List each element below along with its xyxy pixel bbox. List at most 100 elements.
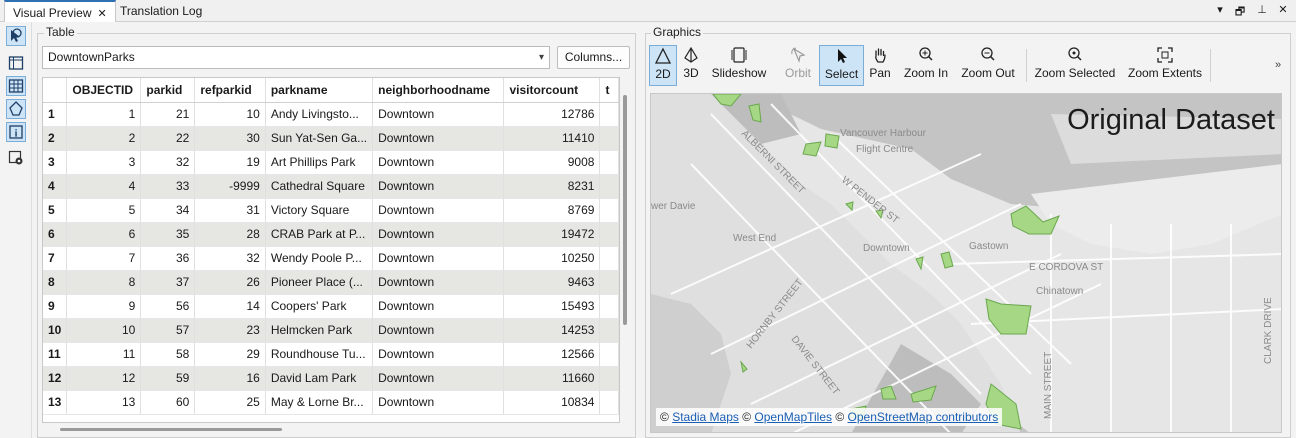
table-row[interactable]: 7 7 36 32 Wendy Poole P... Downtown 10250 (43, 246, 619, 271)
table-cell[interactable]: 10250 (503, 246, 601, 271)
row-header[interactable]: 10 (43, 318, 68, 343)
table-cell[interactable]: 7 (66, 246, 142, 271)
dataset-select[interactable]: DowntownParks ▾ (42, 46, 550, 69)
table-cell[interactable]: 13 (66, 390, 142, 415)
table-cell[interactable]: 35 (140, 222, 196, 247)
table-cell[interactable]: CRAB Park at P... (265, 222, 374, 247)
table-cell[interactable]: 22 (140, 126, 196, 151)
data-table[interactable]: OBJECTID parkid refparkid parkname neighborh… (42, 77, 620, 423)
2d-button[interactable]: 2D (649, 45, 677, 86)
table-cell[interactable]: 3 (66, 150, 142, 175)
table-cell[interactable]: 58 (140, 342, 196, 367)
column-header[interactable]: parkid (140, 78, 196, 103)
table-cell[interactable]: 10 (66, 318, 142, 343)
table-cell[interactable]: 34 (140, 198, 196, 223)
column-header[interactable]: neighborhoodname (372, 78, 505, 103)
layout-tool-button[interactable] (6, 53, 26, 73)
table-cell[interactable]: 2 (66, 126, 142, 151)
table-cell[interactable]: 9 (66, 294, 142, 319)
tab-visual-preview[interactable]: Visual Preview ✕ (4, 0, 116, 22)
select-tool-button[interactable] (6, 26, 26, 46)
column-header[interactable]: t (599, 78, 619, 103)
table-cell[interactable]: 11660 (503, 366, 601, 391)
table-cell[interactable]: Helmcken Park (265, 318, 374, 343)
table-cell[interactable]: 16 (194, 366, 266, 391)
table-row[interactable]: 2 2 22 30 Sun Yat-Sen Ga... Downtown 11410 (43, 126, 619, 151)
zoom-out-button[interactable]: Zoom Out (958, 45, 1018, 86)
pan-button[interactable]: Pan (867, 45, 893, 86)
table-cell[interactable]: 5 (66, 198, 142, 223)
table-cell[interactable]: 32 (194, 246, 266, 271)
table-cell[interactable] (599, 270, 619, 295)
table-cell[interactable]: Art Phillips Park (265, 150, 374, 175)
table-row[interactable]: 5 5 34 31 Victory Square Downtown 8769 (43, 198, 619, 223)
table-row[interactable]: 6 6 35 28 CRAB Park at P... Downtown 19472 (43, 222, 619, 247)
table-cell[interactable]: 60 (140, 390, 196, 415)
row-header[interactable]: 1 (43, 102, 68, 127)
row-header[interactable]: 2 (43, 126, 68, 151)
table-cell[interactable]: 10 (194, 102, 266, 127)
table-cell[interactable]: 12566 (503, 342, 601, 367)
zoom-extents-button[interactable]: Zoom Extents (1125, 45, 1205, 86)
table-cell[interactable] (599, 342, 619, 367)
table-cell[interactable]: 23 (194, 318, 266, 343)
table-cell[interactable]: Downtown (372, 270, 505, 295)
row-header[interactable]: 7 (43, 246, 68, 271)
table-cell[interactable]: 25 (194, 390, 266, 415)
column-header[interactable]: refparkid (194, 78, 266, 103)
table-cell[interactable]: 28 (194, 222, 266, 247)
row-header[interactable]: 12 (43, 366, 68, 391)
table-cell[interactable]: Cathedral Square (265, 174, 374, 199)
table-cell[interactable] (599, 150, 619, 175)
stadia-maps-link[interactable]: Stadia Maps (672, 410, 739, 424)
table-cell[interactable]: 21 (140, 102, 196, 127)
info-tool-button[interactable]: i (6, 122, 26, 142)
table-cell[interactable]: 8769 (503, 198, 601, 223)
orbit-button[interactable]: Orbit (779, 45, 817, 86)
table-cell[interactable] (599, 222, 619, 247)
tab-translation-log[interactable]: Translation Log (112, 0, 210, 22)
row-header[interactable]: 3 (43, 150, 68, 175)
table-cell[interactable]: 4 (66, 174, 142, 199)
openstreetmap-link[interactable]: OpenStreetMap contributors (848, 410, 999, 424)
table-cell[interactable]: 26 (194, 270, 266, 295)
table-cell[interactable]: Wendy Poole P... (265, 246, 374, 271)
table-cell[interactable]: Victory Square (265, 198, 374, 223)
dropdown-menu-icon[interactable]: ▾ (1212, 3, 1228, 16)
table-cell[interactable]: May & Lorne Br... (265, 390, 374, 415)
select-button[interactable]: Select (819, 45, 864, 86)
table-cell[interactable]: 6 (66, 222, 142, 247)
slideshow-button[interactable]: Slideshow (709, 45, 769, 86)
table-cell[interactable]: 33 (140, 174, 196, 199)
column-header[interactable]: parkname (265, 78, 374, 103)
table-row[interactable]: 9 9 56 14 Coopers' Park Downtown 15493 (43, 294, 619, 319)
table-cell[interactable]: 11410 (503, 126, 601, 151)
table-cell[interactable]: 8231 (503, 174, 601, 199)
table-cell[interactable]: 11 (66, 342, 142, 367)
table-cell[interactable]: Downtown (372, 222, 505, 247)
table-cell[interactable]: Downtown (372, 318, 505, 343)
toolbar-overflow-icon[interactable]: » (1275, 59, 1281, 71)
table-cell[interactable]: 37 (140, 270, 196, 295)
table-cell[interactable]: 36 (140, 246, 196, 271)
table-cell[interactable]: Downtown (372, 150, 505, 175)
table-cell[interactable]: 19 (194, 150, 266, 175)
table-cell[interactable] (599, 390, 619, 415)
table-cell[interactable] (599, 366, 619, 391)
row-header[interactable]: 6 (43, 222, 68, 247)
close-icon[interactable]: ✕ (97, 8, 106, 20)
table-row[interactable]: 11 11 58 29 Roundhouse Tu... Downtown 12566 (43, 342, 619, 367)
table-cell[interactable]: 29 (194, 342, 266, 367)
table-cell[interactable] (599, 126, 619, 151)
pin-icon[interactable]: ⊥ (1254, 3, 1270, 16)
table-cell[interactable]: David Lam Park (265, 366, 374, 391)
table-cell[interactable]: 14 (194, 294, 266, 319)
restore-window-icon[interactable]: 🗗 (1232, 3, 1248, 22)
zoom-selected-button[interactable]: Zoom Selected (1033, 45, 1117, 86)
openmaptiles-link[interactable]: OpenMapTiles (754, 410, 832, 424)
table-cell[interactable] (599, 102, 619, 127)
table-cell[interactable]: 32 (140, 150, 196, 175)
table-cell[interactable]: Downtown (372, 366, 505, 391)
row-header[interactable]: 11 (43, 342, 68, 367)
zoom-in-button[interactable]: Zoom In (901, 45, 951, 86)
